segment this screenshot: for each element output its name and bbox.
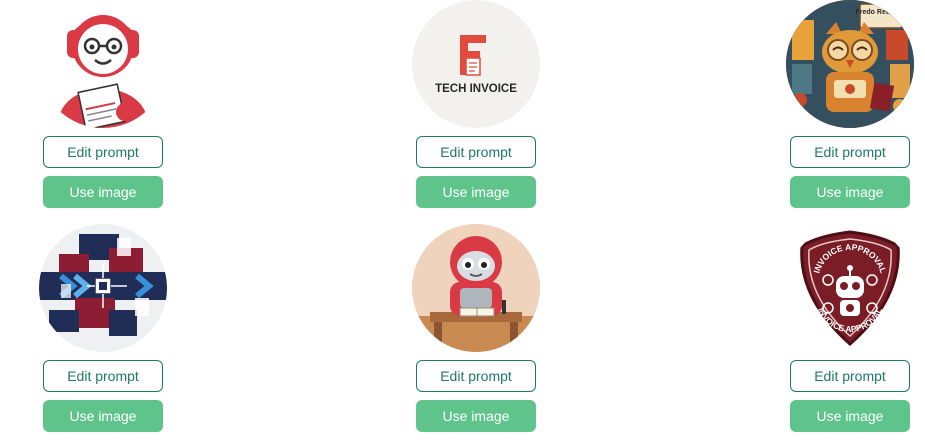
use-image-button[interactable]: Use image (790, 176, 910, 208)
edit-prompt-button[interactable]: Edit prompt (790, 360, 910, 392)
invoice-approval-badge-icon: INVOICE APPROVAL INVOICE APPROVAL (800, 230, 900, 347)
use-image-button[interactable]: Use image (416, 400, 536, 432)
use-image-button[interactable]: Use image (43, 400, 163, 432)
desk-robot-image[interactable] (412, 224, 540, 352)
edit-prompt-button[interactable]: Edit prompt (790, 136, 910, 168)
edit-prompt-button[interactable]: Edit prompt (43, 360, 163, 392)
use-image-button[interactable]: Use image (416, 176, 536, 208)
retro-owl-robot-icon: Fredo Retro-Da (786, 0, 914, 128)
arrows-circuit-image[interactable] (39, 224, 167, 352)
report-robot-image[interactable] (39, 0, 167, 128)
edit-prompt-button[interactable]: Edit prompt (416, 136, 536, 168)
invoice-approval-badge-image[interactable]: INVOICE APPROVAL INVOICE APPROVAL (786, 224, 914, 352)
edit-prompt-button[interactable]: Edit prompt (43, 136, 163, 168)
tech-invoice-logo-icon: TECH INVOICE (435, 35, 517, 95)
tech-invoice-logo-text: TECH INVOICE (435, 83, 517, 95)
tech-invoice-logo-image[interactable]: TECH INVOICE (412, 0, 540, 128)
desk-robot-icon (412, 224, 540, 352)
report-robot-icon (57, 15, 149, 128)
retro-owl-robot-image[interactable]: Fredo Retro-Da (786, 0, 914, 128)
retro-sign-text: Fredo Retro-Da (856, 9, 907, 16)
use-image-button[interactable]: Use image (43, 176, 163, 208)
arrows-circuit-icon (39, 224, 167, 352)
edit-prompt-button[interactable]: Edit prompt (416, 360, 536, 392)
use-image-button[interactable]: Use image (790, 400, 910, 432)
